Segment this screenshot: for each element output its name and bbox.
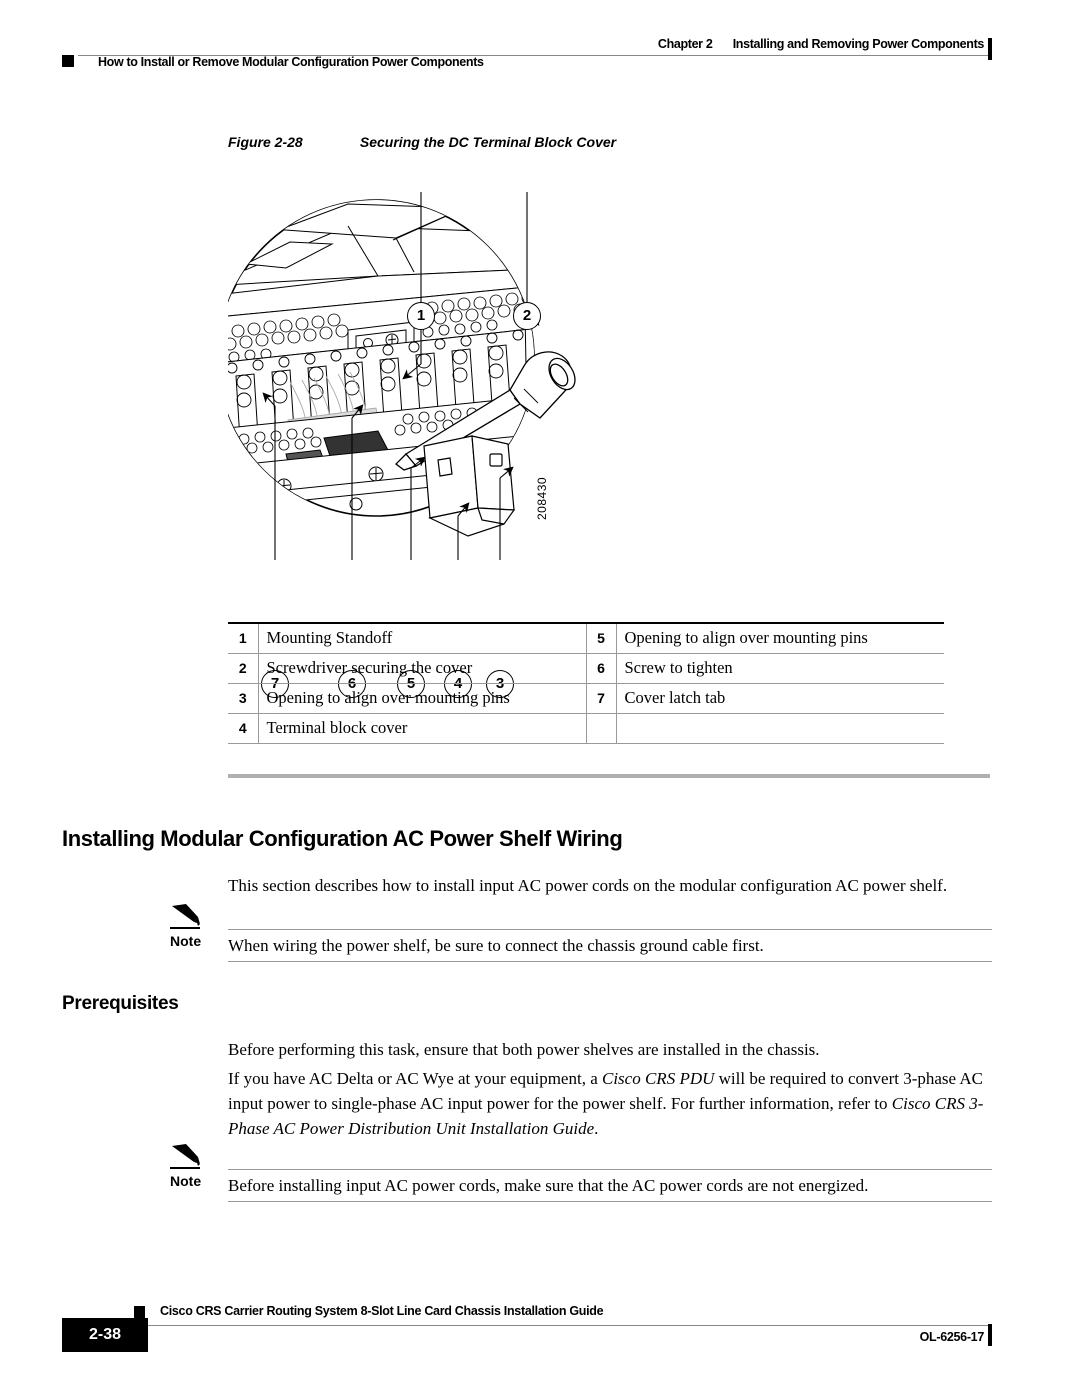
table-row: 1 Mounting Standoff 5 Opening to align o…: [228, 622, 944, 654]
header-chapter-label: Chapter 2: [657, 37, 713, 51]
legend-text: Screw to tighten: [615, 653, 944, 684]
table-row: 3 Opening to align over mounting pins 7 …: [228, 683, 944, 714]
header-chapter: Chapter 2 Installing and Removing Power …: [658, 37, 984, 51]
legend-text-empty: [615, 713, 944, 744]
note-rule-top: [228, 1169, 992, 1170]
prereq-text-c: .: [594, 1119, 599, 1138]
section-divider: [228, 774, 990, 778]
figure-callout: 1: [407, 302, 435, 330]
figure-illustration: [228, 168, 588, 618]
prereq-italic-pdu: Cisco CRS PDU: [602, 1069, 715, 1088]
pencil-icon: [170, 1144, 200, 1169]
table-row: 4 Terminal block cover: [228, 713, 944, 744]
legend-number: 2: [228, 653, 259, 684]
callout-label: 2: [522, 307, 532, 324]
legend-number: 5: [585, 622, 617, 654]
header-edge-tick: [988, 38, 992, 60]
legend-number: 7: [585, 683, 617, 714]
legend-number: 6: [585, 653, 617, 684]
footer-doc-title: Cisco CRS Carrier Routing System 8-Slot …: [160, 1304, 604, 1318]
legend-text: Opening to align over mounting pins: [615, 622, 944, 654]
page-title-ac-wiring: Installing Modular Configuration AC Powe…: [62, 826, 623, 851]
note-rule-top: [228, 929, 992, 930]
legend-number: 3: [228, 683, 259, 714]
note-label: Note: [170, 933, 202, 949]
pencil-icon: [170, 904, 200, 929]
legend-text: Cover latch tab: [615, 683, 944, 714]
header-section-title: How to Install or Remove Modular Configu…: [98, 55, 484, 69]
footer-page-number: 2-38: [88, 1326, 122, 1343]
figure-caption: Figure 2-28 Securing the DC Terminal Blo…: [228, 134, 616, 150]
note-label: Note: [170, 1173, 202, 1189]
figure-legend-table: 1 Mounting Standoff 5 Opening to align o…: [228, 622, 944, 744]
note-rule-bottom: [228, 961, 992, 962]
note-text: Before installing input AC power cords, …: [228, 1176, 869, 1195]
note-rule-bottom: [228, 1201, 992, 1202]
legend-text: Mounting Standoff: [257, 622, 587, 654]
header-chapter-title: Installing and Removing Power Components: [732, 37, 985, 51]
table-row: 2 Screwdriver securing the cover 6 Screw…: [228, 653, 944, 684]
page-title-prerequisites: Prerequisites: [62, 993, 179, 1014]
figure-number: Figure 2-28: [228, 134, 303, 150]
callout-label: 1: [416, 307, 426, 324]
footer-doc-id: OL-6256-17: [919, 1330, 985, 1344]
ac-wiring-intro-paragraph: This section describes how to install in…: [228, 876, 948, 895]
footer-rule: [148, 1325, 992, 1326]
prereq-text-a: If you have AC Delta or AC Wye at your e…: [228, 1069, 602, 1088]
page-header: Chapter 2 Installing and Removing Power …: [0, 0, 1080, 90]
dc-terminal-block-drawing: [228, 192, 576, 560]
legend-text: Screwdriver securing the cover: [257, 653, 587, 684]
figure-title: Securing the DC Terminal Block Cover: [359, 134, 617, 150]
legend-number: 1: [228, 622, 259, 654]
footer-edge-tick: [988, 1324, 992, 1346]
figure-callout: 2: [513, 302, 541, 330]
header-bullet-square-icon: [62, 55, 74, 67]
legend-text: Opening to align over mounting pins: [257, 683, 587, 714]
legend-number-empty: [585, 713, 617, 744]
prerequisites-paragraph-1: Before performing this task, ensure that…: [228, 1040, 820, 1059]
figure-drawing-id: 208430: [535, 476, 549, 520]
legend-number: 4: [228, 713, 259, 744]
note-text: When wiring the power shelf, be sure to …: [228, 936, 764, 955]
legend-text: Terminal block cover: [257, 713, 587, 744]
prerequisites-paragraph-2: If you have AC Delta or AC Wye at your e…: [228, 1066, 992, 1141]
